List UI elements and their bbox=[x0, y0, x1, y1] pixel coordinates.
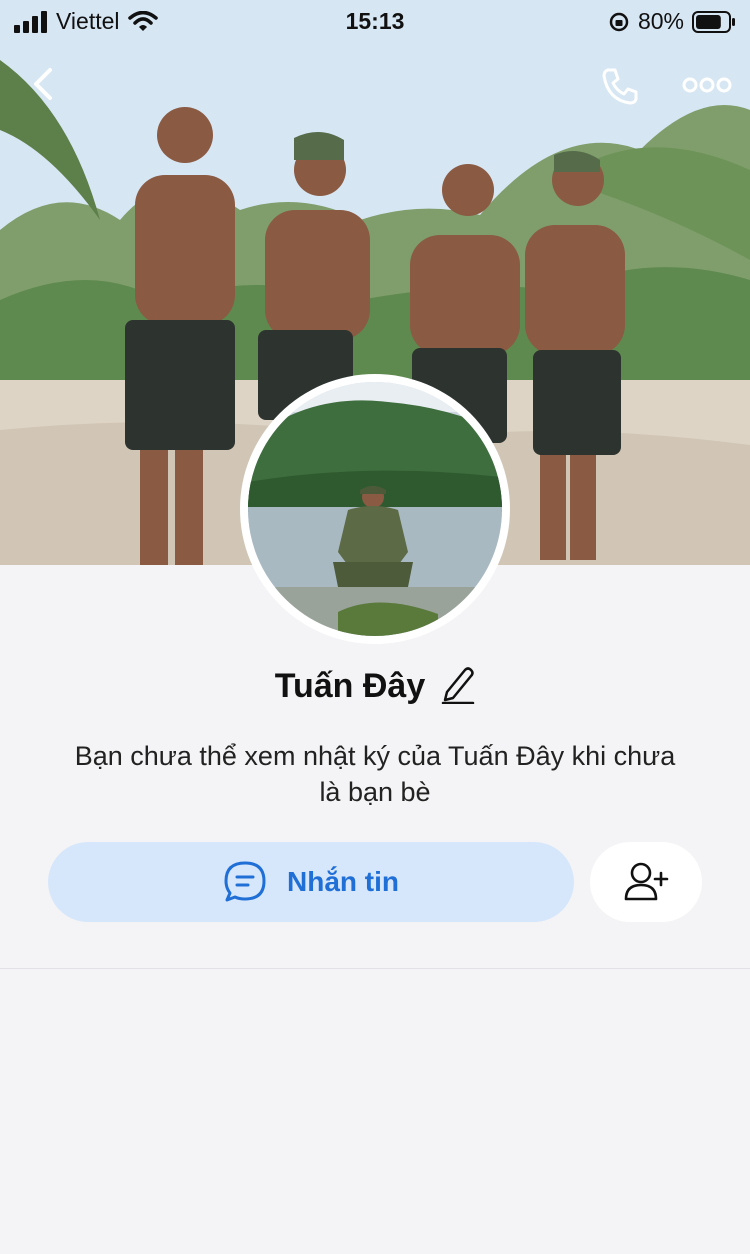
profile-name: Tuấn Đây bbox=[274, 667, 426, 705]
section-divider bbox=[0, 968, 750, 969]
status-right-group: 80% bbox=[608, 8, 736, 35]
avatar[interactable] bbox=[240, 374, 510, 644]
battery-icon bbox=[692, 10, 735, 33]
diary-privacy-notice: Bạn chưa thể xem nhật ký của Tuấn Đây kh… bbox=[74, 741, 676, 807]
edit-name-button[interactable] bbox=[441, 664, 475, 709]
rotation-lock-icon bbox=[609, 12, 629, 31]
message-button[interactable]: Nhắn tin bbox=[48, 842, 574, 922]
message-button-label: Nhắn tin bbox=[287, 866, 399, 897]
more-icon bbox=[682, 77, 732, 93]
battery-percent: 80% bbox=[637, 8, 684, 34]
more-button[interactable] bbox=[682, 70, 732, 105]
back-button[interactable] bbox=[24, 64, 64, 109]
call-button[interactable] bbox=[598, 64, 642, 113]
pencil-icon bbox=[442, 667, 475, 705]
battery-fill bbox=[696, 14, 721, 29]
add-user-icon bbox=[624, 862, 669, 901]
profile-name-row: Tuấn Đây bbox=[0, 664, 750, 709]
chat-bubble-icon bbox=[224, 861, 266, 902]
chevron-left-icon bbox=[34, 68, 52, 100]
status-bar: Viettel 15:13 80% bbox=[0, 0, 750, 40]
phone-icon bbox=[602, 68, 638, 105]
add-friend-button[interactable] bbox=[590, 842, 702, 922]
avatar-photo bbox=[248, 382, 502, 636]
